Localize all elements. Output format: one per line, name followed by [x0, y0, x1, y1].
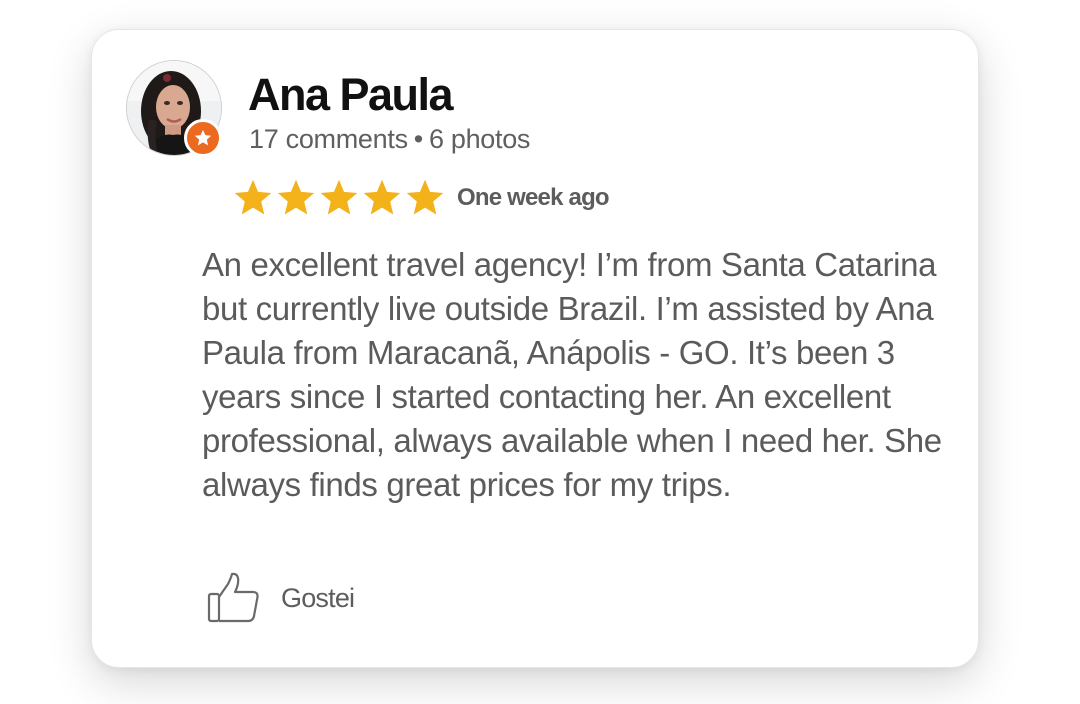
- like-button[interactable]: Gostei: [207, 570, 355, 626]
- review-card: Ana Paula 17 comments • 6 photos One week …: [91, 29, 979, 668]
- author-stats: 17 comments • 6 photos: [249, 122, 530, 156]
- star-icon: [277, 179, 315, 215]
- star-rating: [232, 178, 447, 218]
- star-icon: [406, 179, 444, 215]
- comments-count: 17 comments: [249, 124, 408, 154]
- star-icon: [320, 179, 358, 215]
- star-icon: [363, 179, 401, 215]
- thumbs-up-icon: [207, 572, 259, 623]
- star-icon: [194, 129, 212, 146]
- star-icon: [234, 179, 272, 215]
- rating-row: One week ago: [232, 176, 610, 220]
- review-date: One week ago: [457, 184, 610, 211]
- review-text: An excellent travel agency! I’m from San…: [202, 246, 942, 503]
- author-name[interactable]: Ana Paula: [248, 68, 454, 122]
- like-label: Gostei: [281, 582, 355, 613]
- author-avatar-container[interactable]: [126, 60, 222, 157]
- photos-count: 6 photos: [428, 124, 531, 154]
- stats-separator: •: [413, 124, 423, 154]
- local-guide-badge: [184, 119, 222, 157]
